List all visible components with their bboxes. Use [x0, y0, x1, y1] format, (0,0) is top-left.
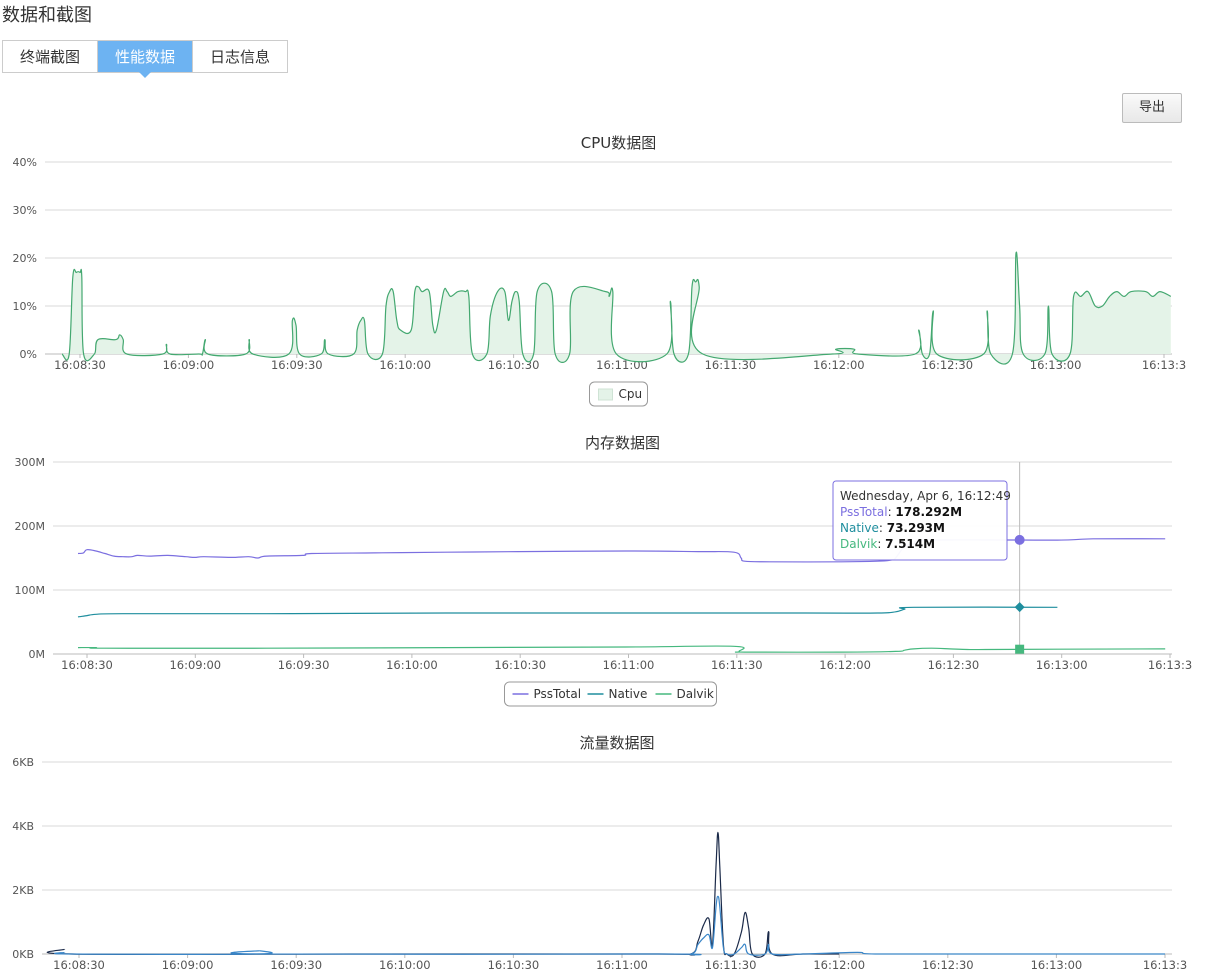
x-tick-label: 16:13:00 [1031, 958, 1083, 972]
memory-chart-title: 内存数据图 [585, 434, 660, 452]
x-tick-label: 16:08:30 [53, 958, 105, 972]
legend-label-native: Native [609, 687, 648, 701]
legend-label-psstotal: PssTotal [534, 687, 582, 701]
tooltip-row-psstotal: PssTotal: 178.292M [840, 505, 962, 519]
cpu-chart: CPU数据图 40% 30% 20% 10% 0% 16:08:30 16:09:00 16:0… [13, 134, 1186, 407]
tooltip-row-dalvik: Dalvik: 7.514M [840, 537, 935, 551]
tooltip-series-value: 7.514M [885, 537, 935, 551]
y-tick-label: 10% [13, 300, 37, 313]
legend-label-cpu: Cpu [619, 387, 643, 401]
y-tick-label: 2KB [12, 884, 34, 897]
cpu-chart-title: CPU数据图 [581, 134, 657, 152]
tooltip-series-name: PssTotal [840, 505, 888, 519]
x-tick-label: 16:11:30 [705, 958, 757, 972]
x-tick-label: 16:10:00 [379, 358, 431, 372]
x-tick-label: 16:09:00 [162, 958, 214, 972]
network-chart-title: 流量数据图 [579, 734, 654, 752]
x-tick-label: 16:13:3 [1148, 658, 1192, 672]
x-tick-label: 16:10:00 [379, 958, 431, 972]
series-area-cpu [62, 252, 1171, 365]
y-tick-label: 200M [15, 520, 46, 533]
x-tick-label: 16:13:3 [1142, 358, 1186, 372]
x-tick-label: 16:11:00 [596, 958, 648, 972]
x-tick-label: 16:10:30 [488, 958, 540, 972]
legend-label-dalvik: Dalvik [677, 687, 714, 701]
tooltip-date: Wednesday, Apr 6, 16:12:49 [840, 489, 1011, 503]
tab-performance-data[interactable]: 性能数据 [98, 41, 194, 78]
series-line-dalvik [77, 645, 1166, 653]
x-tick-label: 16:11:00 [603, 658, 655, 672]
x-tick-label: 16:12:30 [928, 658, 980, 672]
series-line-series-1 [54, 895, 1165, 956]
export-button[interactable]: 导出 [1122, 93, 1182, 123]
tab-bar: 终端截图 性能数据 日志信息 [2, 40, 289, 78]
network-chart: 流量数据图 6KB 4KB 2KB 0KB 16:08:30 16:09:00 16:09:3… [12, 734, 1187, 972]
x-tick-label: 16:13:00 [1036, 658, 1088, 672]
x-tick-label: 16:12:30 [922, 958, 974, 972]
y-tick-label: 40% [13, 156, 37, 169]
x-tick-label: 16:10:30 [494, 658, 546, 672]
x-tick-label: 16:12:00 [813, 958, 865, 972]
page-title: 数据和截图 [2, 5, 92, 26]
marker-psstotal [1014, 534, 1025, 545]
x-tick-label: 16:09:30 [270, 958, 322, 972]
x-tick-label: 16:08:30 [54, 358, 106, 372]
x-tick-label: 16:12:00 [813, 358, 865, 372]
y-tick-label: 6KB [12, 756, 34, 769]
series-line-native [77, 606, 1058, 618]
x-tick-label: 16:12:00 [819, 658, 871, 672]
marker-native [1014, 602, 1025, 613]
tooltip-series-value: 73.293M [887, 521, 945, 535]
tooltip-series-value: 178.292M [895, 505, 962, 519]
legend-swatch-cpu [598, 388, 613, 401]
x-tick-label: 16:09:00 [163, 358, 215, 372]
y-tick-label: 4KB [12, 820, 34, 833]
tab-terminal-screenshot[interactable]: 终端截图 [3, 41, 99, 72]
x-tick-label: 16:08:30 [61, 658, 113, 672]
x-tick-label: 16:09:30 [271, 358, 323, 372]
x-tick-label: 16:09:30 [278, 658, 330, 672]
x-tick-label: 16:09:00 [169, 658, 221, 672]
tab-log-info[interactable]: 日志信息 [193, 41, 288, 72]
x-tick-label: 16:10:00 [386, 658, 438, 672]
y-tick-label: 30% [13, 204, 37, 217]
marker-dalvik [1015, 644, 1025, 654]
series-line-cpu [61, 251, 1172, 365]
y-tick-label: 20% [13, 252, 37, 265]
y-tick-label: 100M [15, 584, 46, 597]
tooltip-series-name: Dalvik [840, 537, 877, 551]
x-tick-label: 16:11:30 [711, 658, 763, 672]
y-tick-label: 0M [29, 648, 46, 661]
y-tick-label: 0KB [12, 948, 34, 961]
x-tick-label: 16:13:3 [1143, 958, 1187, 972]
memory-chart: 内存数据图 300M 200M 100M 0M 16:08:30 16:09:00 16:09… [15, 434, 1192, 707]
series-line-series-0 [46, 831, 840, 958]
tooltip-row-native: Native: 73.293M [840, 521, 945, 535]
y-tick-label: 0% [20, 348, 37, 361]
y-tick-label: 300M [15, 456, 46, 469]
tooltip-series-name: Native [840, 521, 879, 535]
